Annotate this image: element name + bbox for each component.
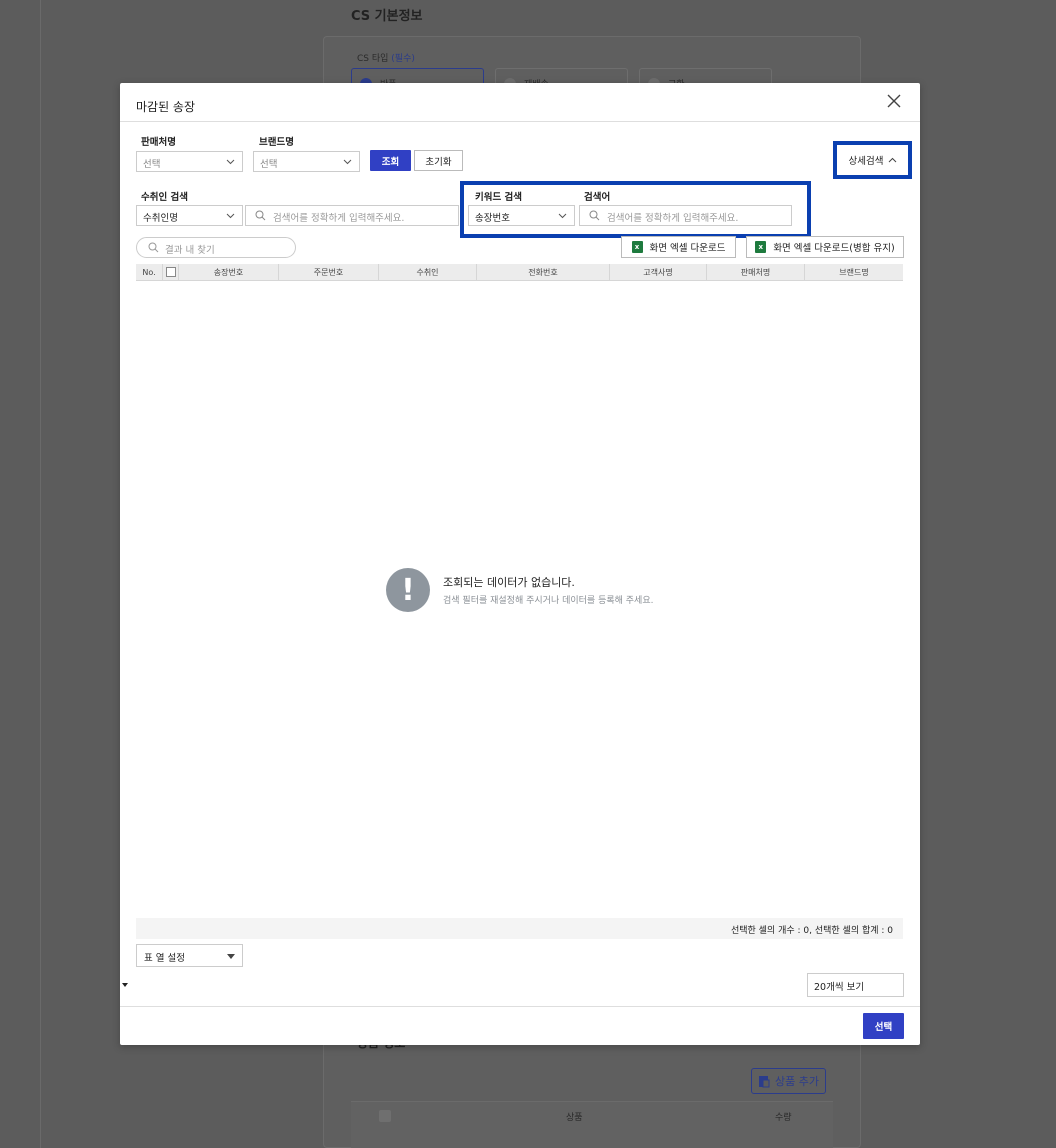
selection-status-bar: 선택한 셀의 개수 : 0, 선택한 셀의 합계 : 0 — [136, 918, 903, 939]
document-add-icon — [759, 1075, 770, 1087]
column-settings-select[interactable]: 표 열 설정 — [136, 944, 243, 967]
search-term-input[interactable]: 검색어를 정확하게 입력해주세요. — [579, 205, 792, 226]
excel-download-button[interactable]: x 화면 엑셀 다운로드 — [621, 236, 736, 258]
column-header-brand[interactable]: 브랜드명 — [805, 264, 903, 281]
keyword-search-type-value: 송장번호 — [475, 213, 510, 224]
closed-invoice-modal: 마감된 송장 판매처명 선택 브랜드명 선택 조회 초기화 상세검색 수취인 검… — [120, 83, 920, 1045]
reset-button[interactable]: 초기화 — [414, 150, 463, 171]
seller-select-value: 선택 — [143, 159, 161, 170]
page-size-select[interactable]: 20개씩 보기 — [807, 973, 904, 997]
brand-select-value: 선택 — [260, 159, 278, 170]
select-all-checkbox[interactable] — [166, 267, 176, 277]
search-term-placeholder: 검색어를 정확하게 입력해주세요. — [607, 213, 739, 224]
column-header-no[interactable]: No. — [136, 264, 163, 281]
recipient-search-type-select[interactable]: 수취인명 — [136, 205, 243, 226]
select-all-checkbox[interactable] — [379, 1110, 391, 1122]
recipient-search-type-value: 수취인명 — [143, 213, 178, 224]
caret-down-icon — [227, 954, 235, 959]
selection-summary: 선택한 셀의 개수 : 0, 선택한 셀의 합계 : 0 — [730, 926, 893, 936]
cs-type-option-resend[interactable]: 재배송 — [495, 68, 628, 90]
chevron-down-icon — [226, 213, 235, 219]
chevron-down-icon — [343, 159, 352, 165]
column-header-recipient[interactable]: 수취인 — [379, 264, 477, 281]
caret-down-icon — [122, 983, 128, 987]
add-product-button[interactable]: 상품 추가 — [751, 1068, 826, 1094]
column-header-phone[interactable]: 전화번호 — [477, 264, 610, 281]
brand-label: 브랜드명 — [259, 137, 294, 148]
column-header-seller[interactable]: 판매처명 — [707, 264, 805, 281]
section-title: CS 기본정보 — [351, 9, 423, 24]
products-table: 상품 수량 — [351, 1101, 833, 1148]
search-icon — [148, 242, 159, 253]
seller-select[interactable]: 선택 — [136, 151, 243, 172]
required-mark: (필수) — [391, 54, 415, 64]
seller-label: 판매처명 — [141, 137, 176, 148]
cs-type-option-exchange[interactable]: 교환 — [639, 68, 772, 90]
keyword-search-label: 키워드 검색 — [475, 192, 523, 203]
table-header: 수량 — [775, 1113, 792, 1123]
empty-state-subtitle: 검색 필터를 재설정해 주시거나 데이터를 등록해 주세요. — [443, 596, 654, 606]
chevron-down-icon — [226, 159, 235, 165]
modal-header: 마감된 송장 — [120, 83, 920, 122]
table-header: 상품 — [566, 1113, 583, 1123]
close-icon — [887, 94, 901, 108]
invoice-grid-header: No. 송장번호 주문번호 수취인 전화번호 고객사명 판매처명 브랜드명 — [136, 264, 903, 281]
empty-state-title: 조회되는 데이터가 없습니다. — [443, 576, 575, 589]
cs-type-option-return[interactable]: 반품 — [351, 68, 484, 90]
column-settings-label: 표 열 설정 — [144, 953, 185, 964]
search-icon — [255, 210, 266, 221]
excel-download-merge-label: 화면 엑셀 다운로드(병합 유지) — [773, 243, 895, 254]
column-header-order-number[interactable]: 주문번호 — [279, 264, 379, 281]
cs-type-label-text: CS 타입 — [357, 54, 389, 64]
excel-download-label: 화면 엑셀 다운로드 — [649, 243, 726, 254]
recipient-search-input[interactable]: 검색어를 정확하게 입력해주세요. — [245, 205, 459, 226]
column-header-client[interactable]: 고객사명 — [610, 264, 707, 281]
modal-title: 마감된 송장 — [136, 100, 196, 114]
search-term-label: 검색어 — [584, 192, 611, 203]
recipient-search-placeholder: 검색어를 정확하게 입력해주세요. — [273, 213, 405, 224]
search-button[interactable]: 조회 — [370, 150, 411, 171]
search-icon — [589, 210, 600, 221]
find-in-results-placeholder: 결과 내 찾기 — [165, 245, 215, 256]
alert-icon: ! — [386, 568, 430, 612]
select-button[interactable]: 선택 — [863, 1013, 904, 1039]
chevron-down-icon — [558, 213, 567, 219]
excel-icon: x — [755, 241, 767, 253]
detail-search-button[interactable]: 상세검색 — [839, 147, 907, 173]
recipient-search-label: 수취인 검색 — [141, 192, 189, 203]
close-button[interactable] — [884, 91, 904, 111]
detail-search-label: 상세검색 — [848, 156, 884, 167]
keyword-search-type-select[interactable]: 송장번호 — [468, 205, 575, 226]
brand-select[interactable]: 선택 — [253, 151, 360, 172]
cs-type-label: CS 타입 (필수) — [357, 51, 415, 64]
excel-download-merge-button[interactable]: x 화면 엑셀 다운로드(병합 유지) — [746, 236, 904, 258]
sidebar-divider — [40, 0, 41, 1148]
column-header-checkbox — [163, 264, 179, 281]
column-header-invoice-number[interactable]: 송장번호 — [179, 264, 279, 281]
find-in-results-input[interactable]: 결과 내 찾기 — [136, 237, 296, 258]
add-product-label: 상품 추가 — [775, 1075, 819, 1088]
excel-icon: x — [631, 241, 643, 253]
modal-footer-divider — [120, 1006, 920, 1007]
chevron-up-icon — [889, 157, 897, 162]
